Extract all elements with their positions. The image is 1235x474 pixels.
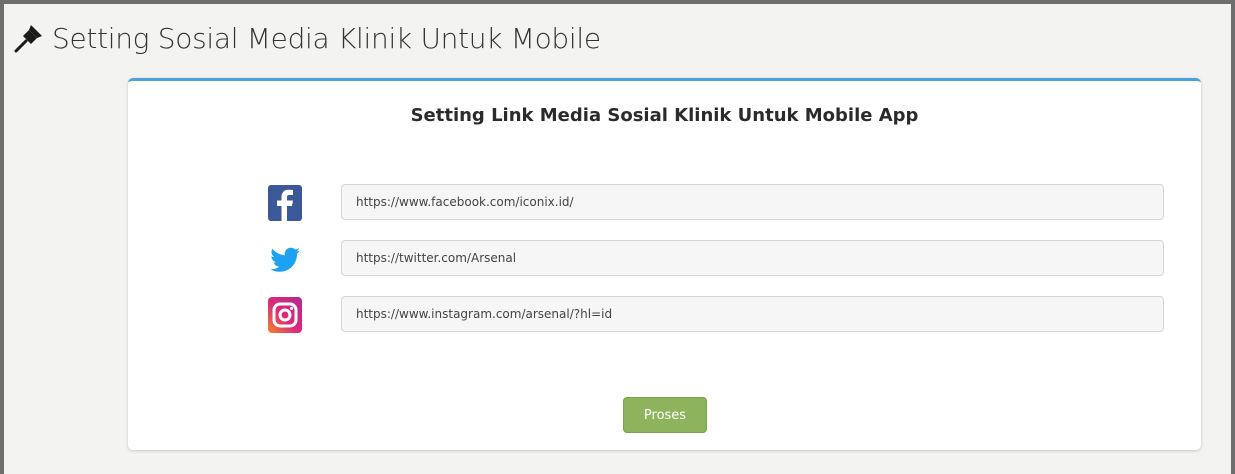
facebook-icon bbox=[268, 185, 302, 221]
pin-icon bbox=[12, 21, 46, 55]
instagram-icon bbox=[268, 297, 302, 333]
page-title: Setting Sosial Media Klinik Untuk Mobile bbox=[52, 21, 601, 55]
facebook-url-input[interactable] bbox=[341, 184, 1164, 220]
facebook-row bbox=[268, 184, 1168, 222]
twitter-row bbox=[268, 240, 1168, 278]
twitter-url-input[interactable] bbox=[341, 240, 1164, 276]
card-title: Setting Link Media Sosial Klinik Untuk M… bbox=[410, 105, 919, 126]
app-frame: Setting Sosial Media Klinik Untuk Mobile… bbox=[0, 0, 1235, 474]
proses-button[interactable]: Proses bbox=[623, 397, 707, 433]
twitter-icon bbox=[268, 241, 302, 277]
page-header: Setting Sosial Media Klinik Untuk Mobile bbox=[12, 18, 601, 58]
instagram-url-input[interactable] bbox=[341, 296, 1164, 332]
social-media-settings-card: Setting Link Media Sosial Klinik Untuk M… bbox=[128, 78, 1201, 450]
instagram-row bbox=[268, 296, 1168, 334]
